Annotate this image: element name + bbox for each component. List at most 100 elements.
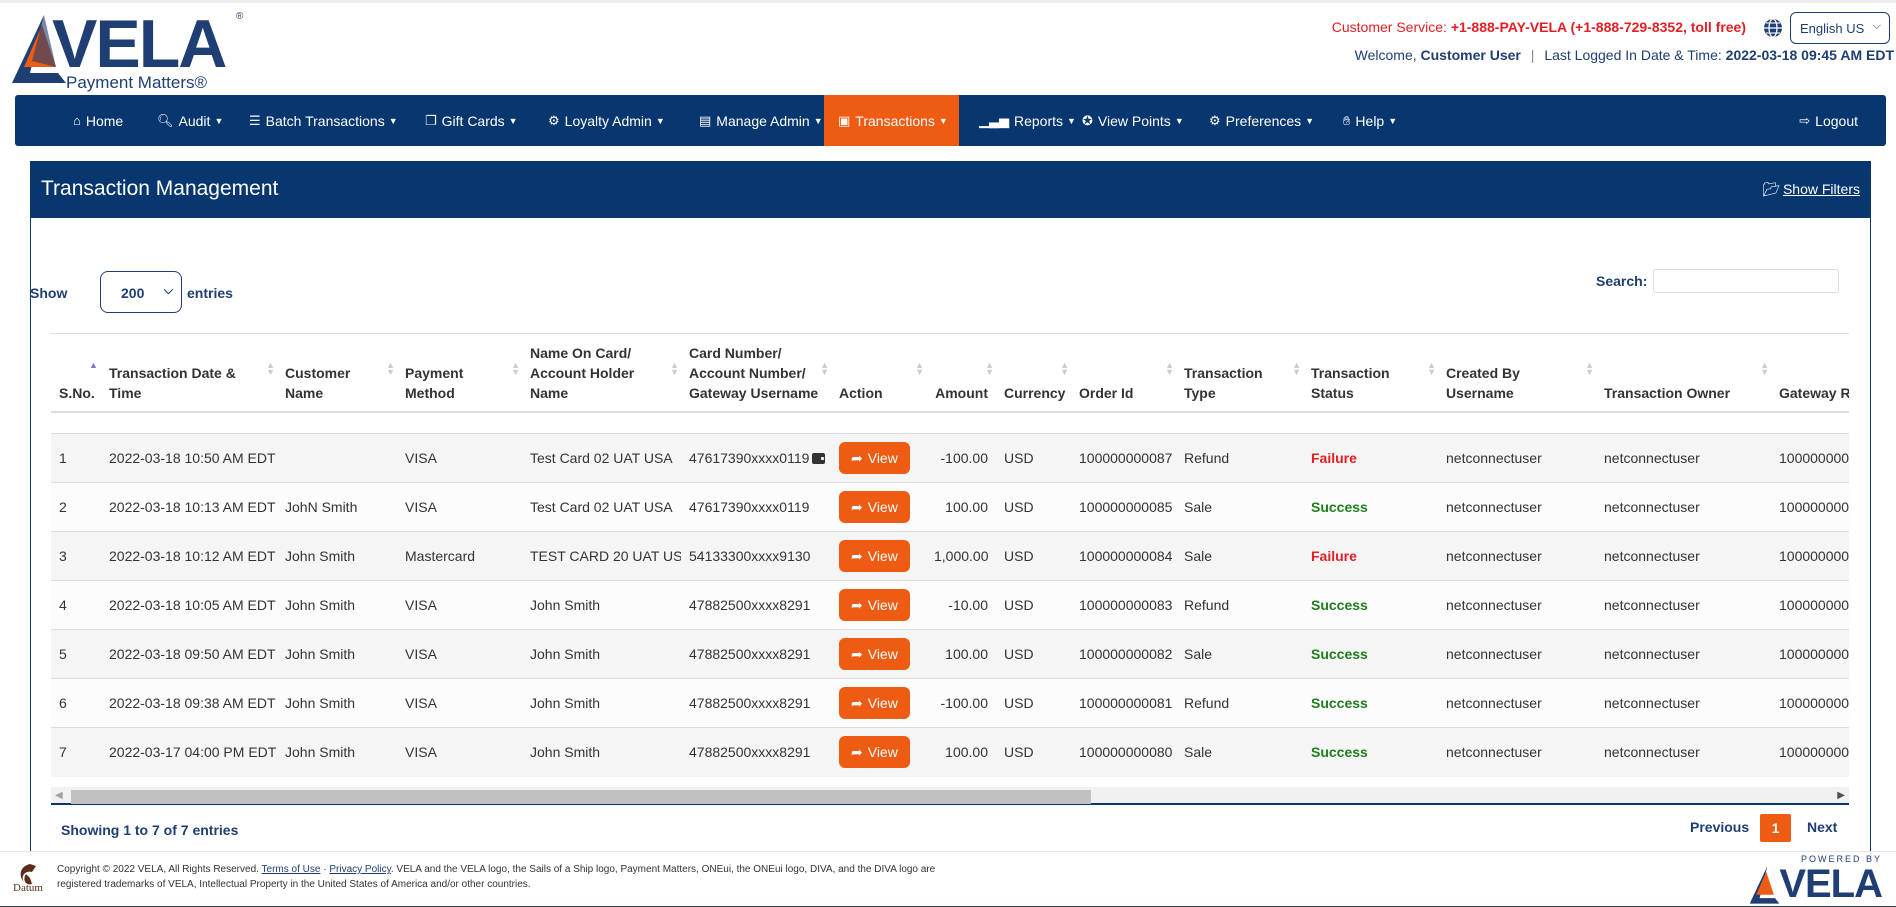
- cell-holder: John Smith: [522, 678, 681, 728]
- cell-type: Refund: [1176, 433, 1303, 483]
- nav-manage-admin[interactable]: ▤ Manage Admin ▼: [687, 95, 835, 146]
- cell-action: ➦ View: [831, 433, 926, 483]
- pagination-previous[interactable]: Previous: [1690, 819, 1749, 835]
- caret-down-icon: ▼: [1174, 115, 1184, 126]
- nav-loyalty-admin[interactable]: ⚙ Loyalty Admin ▼: [536, 95, 677, 146]
- nav-gift-cards[interactable]: ❐ Gift Cards ▼: [413, 95, 530, 146]
- nav-audit[interactable]: 🔍︎ Audit ▼: [145, 95, 235, 146]
- cell-value: 1,000.00: [934, 548, 989, 564]
- cell-order: 100000000087: [1071, 433, 1176, 483]
- view-button[interactable]: ➦ View: [839, 442, 910, 474]
- nav-home[interactable]: ⌂ Home: [61, 95, 135, 146]
- cell-sno: 2: [51, 482, 101, 532]
- logout-button[interactable]: ⇨ Logout: [1787, 95, 1870, 146]
- cell-value: 4: [59, 597, 67, 613]
- cell-owner: netconnectuser: [1596, 433, 1771, 483]
- column-header[interactable]: S.No. ▲: [51, 333, 101, 413]
- nav-batch-transactions[interactable]: ☰ Batch Transactions ▼: [237, 95, 410, 146]
- cell-value: VISA: [405, 646, 437, 662]
- column-header[interactable]: Created By Username ▲ ▼: [1438, 333, 1596, 413]
- scroll-right-icon[interactable]: ▶: [1837, 790, 1845, 801]
- cell-gateway-ref: 100000000082: [1771, 580, 1849, 630]
- cell-value: 7: [59, 744, 67, 761]
- column-header[interactable]: Transaction Status ▲ ▼: [1303, 333, 1438, 413]
- cell-value: 100000000083: [1079, 597, 1173, 613]
- horizontal-scrollbar[interactable]: ◀ ▶: [51, 787, 1849, 805]
- language-select[interactable]: English US ⌵: [1790, 12, 1890, 44]
- column-header-label: Created By Username: [1446, 364, 1520, 401]
- cell-created-by: netconnectuser: [1438, 678, 1596, 728]
- privacy-policy-link[interactable]: Privacy Policy: [329, 864, 391, 875]
- cell-currency: USD: [996, 629, 1071, 679]
- column-header[interactable]: Currency ▲ ▼: [996, 333, 1071, 413]
- view-button[interactable]: ➦ View: [839, 638, 910, 670]
- customer-service-phone[interactable]: +1-888-PAY-VELA (+1-888-729-8352, toll f…: [1451, 19, 1746, 35]
- cell-value: 100000000087: [1079, 450, 1173, 466]
- trademark-text-2: registered trademarks of VELA, Intellect…: [57, 879, 531, 890]
- nav-label: Batch Transactions: [265, 112, 385, 129]
- column-header[interactable]: Name On Card/ Account Holder Name ▲ ▼: [522, 333, 681, 413]
- view-button[interactable]: ➦ View: [839, 687, 910, 719]
- cell-type: Sale: [1176, 727, 1303, 777]
- cell-value: netconnectuser: [1604, 450, 1700, 466]
- sort-asc-icon: ▲: [89, 360, 98, 370]
- vela-logo[interactable]: VELA ® Payment Matters®: [8, 6, 258, 95]
- column-header[interactable]: Transaction Type ▲ ▼: [1176, 333, 1303, 413]
- nav-help[interactable]: ✋︎ Help ▼: [1331, 95, 1409, 146]
- cell-type: Sale: [1176, 629, 1303, 679]
- divider: |: [1530, 47, 1535, 63]
- terms-of-use-link[interactable]: Terms of Use: [262, 864, 321, 875]
- cell-value: 100000000085: [1079, 499, 1173, 515]
- scrollbar-thumb[interactable]: [71, 790, 1091, 804]
- column-header[interactable]: Action ▲ ▼: [831, 333, 926, 413]
- view-button[interactable]: ➦ View: [839, 540, 910, 572]
- cell-customer: JohN Smith: [277, 482, 397, 532]
- money-icon: ▣: [838, 112, 851, 128]
- cell-value: 2022-03-17 04:00 PM EDT: [109, 744, 277, 761]
- cell-order: 100000000084: [1071, 531, 1176, 581]
- column-header[interactable]: Gateway Referen▲▼: [1771, 333, 1849, 413]
- nav-transactions[interactable]: ▣ Transactions ▼: [824, 95, 959, 146]
- cell-value: 47882500xxxx8291: [689, 695, 811, 711]
- pagination-page-1[interactable]: 1: [1760, 814, 1791, 842]
- nav-preferences[interactable]: ⚙ Preferences ▼: [1197, 95, 1326, 146]
- cell-currency: USD: [996, 433, 1071, 483]
- cell-owner: netconnectuser: [1596, 727, 1771, 777]
- column-header[interactable]: Payment Method ▲ ▼: [397, 333, 522, 413]
- column-header[interactable]: Transaction Owner ▲ ▼: [1596, 333, 1771, 413]
- search-input[interactable]: [1653, 269, 1839, 293]
- entries-per-page-select[interactable]: 200 ⌵: [100, 271, 182, 313]
- column-header-label: Currency: [1004, 384, 1066, 401]
- view-button[interactable]: ➦ View: [839, 736, 910, 769]
- view-button[interactable]: ➦ View: [839, 589, 910, 621]
- sort-icon: ▲ ▼: [1292, 360, 1301, 377]
- sort-icon: ▲ ▼: [985, 360, 994, 377]
- show-filters-link[interactable]: 📂︎ Show Filters: [1762, 181, 1860, 198]
- scroll-left-icon[interactable]: ◀: [55, 790, 63, 801]
- sort-icon: ▲ ▼: [820, 360, 829, 377]
- globe-icon[interactable]: [1762, 17, 1784, 39]
- view-label: View: [867, 597, 898, 613]
- pagination-next[interactable]: Next: [1807, 819, 1837, 835]
- column-header[interactable]: Customer Name ▲ ▼: [277, 333, 397, 413]
- column-header[interactable]: Amount ▲ ▼: [926, 333, 996, 413]
- nav-view-points[interactable]: ✪ View Points ▼: [1070, 95, 1196, 146]
- cell-value: netconnectuser: [1446, 548, 1542, 564]
- column-header[interactable]: Order Id ▲ ▼: [1071, 333, 1176, 413]
- cell-value: 100000000082: [1079, 646, 1173, 662]
- column-header[interactable]: Card Number/ Account Number/ Gateway Use…: [681, 333, 831, 413]
- column-header[interactable]: Transaction Date & Time ▲ ▼: [101, 333, 277, 413]
- logo-text: VELA: [52, 6, 227, 82]
- cell-currency: USD: [996, 482, 1071, 532]
- table-row: 3 2022-03-18 10:12 AM EDT John Smith Master…: [51, 531, 1849, 581]
- cell-value: Sale: [1184, 744, 1213, 761]
- cell-value: Refund: [1184, 597, 1230, 613]
- view-button[interactable]: ➦ View: [839, 491, 910, 523]
- cell-amount: 1,000.00: [926, 531, 996, 581]
- nav-label: View Points: [1097, 112, 1171, 129]
- cell-value: netconnectuser: [1446, 744, 1542, 761]
- cell-value: netconnectuser: [1604, 597, 1700, 613]
- sort-icon: ▲ ▼: [1760, 360, 1769, 377]
- cell-value: Failure: [1311, 450, 1357, 466]
- cell-value: Test Card 02 UAT USA: [530, 450, 673, 466]
